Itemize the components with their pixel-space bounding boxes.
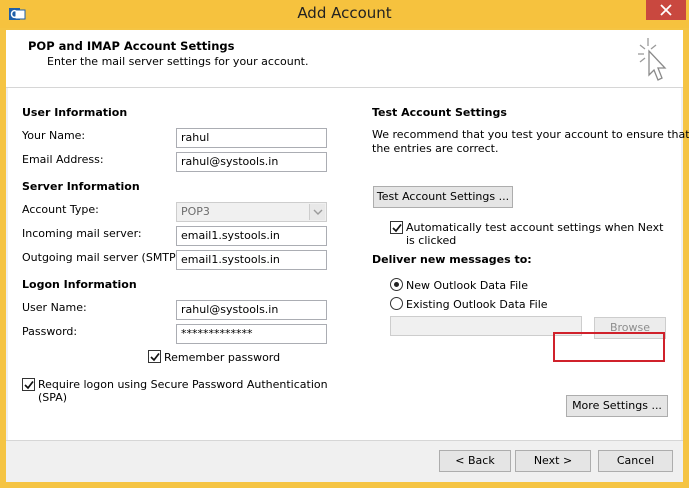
close-icon [660, 4, 672, 16]
deliver-messages-heading: Deliver new messages to: [372, 253, 532, 266]
new-data-file-label: New Outlook Data File [406, 279, 528, 292]
footer-separator [6, 440, 683, 441]
dialog-client: POP and IMAP Account Settings Enter the … [6, 30, 689, 482]
window-title: Add Account [297, 4, 392, 22]
user-name-label: User Name: [22, 301, 87, 314]
header-subtitle: Enter the mail server settings for your … [47, 55, 309, 68]
incoming-server-input[interactable]: email1.systools.in [176, 226, 327, 246]
checkmark-icon [24, 380, 34, 390]
existing-data-file-label: Existing Outlook Data File [406, 298, 548, 311]
spa-label-line2: (SPA) [38, 391, 68, 404]
email-address-input[interactable]: rahul@systools.in [176, 152, 327, 172]
checkmark-icon [150, 352, 160, 362]
test-account-settings-button[interactable]: Test Account Settings ... [373, 186, 513, 208]
password-label: Password: [22, 325, 78, 338]
checkmark-icon [392, 223, 402, 233]
radio-selected-dot [394, 282, 399, 287]
back-button[interactable]: < Back [439, 450, 511, 472]
server-info-heading: Server Information [22, 180, 140, 193]
title-bar[interactable]: Add Account [0, 0, 689, 28]
close-button[interactable] [646, 0, 686, 20]
outgoing-server-input[interactable]: email1.systools.in [176, 250, 327, 270]
chevron-down-icon [313, 209, 323, 215]
account-type-label: Account Type: [22, 203, 99, 216]
auto-test-checkbox[interactable] [390, 221, 403, 234]
user-info-heading: User Information [22, 106, 128, 119]
existing-data-file-radio[interactable] [390, 297, 403, 310]
your-name-label: Your Name: [22, 129, 86, 142]
settings-panel: User Information Your Name: rahul Email … [8, 88, 689, 440]
header-title: POP and IMAP Account Settings [28, 39, 235, 53]
your-name-input[interactable]: rahul [176, 128, 327, 148]
test-settings-heading: Test Account Settings [372, 106, 507, 119]
more-settings-button[interactable]: More Settings ... [566, 395, 668, 417]
cancel-button[interactable]: Cancel [598, 450, 673, 472]
account-type-dropdown: POP3 [176, 202, 327, 222]
email-address-label: Email Address: [22, 153, 104, 166]
password-input[interactable]: ************* [176, 324, 327, 344]
add-account-window: Add Account POP and IMAP Account Setting… [0, 0, 689, 488]
new-data-file-radio[interactable] [390, 278, 403, 291]
auto-test-label-line1: Automatically test account settings when… [406, 221, 664, 234]
user-name-input[interactable]: rahul@systools.in [176, 300, 327, 320]
incoming-server-label: Incoming mail server: [22, 227, 142, 240]
remember-password-checkbox[interactable] [148, 350, 161, 363]
cursor-sparkle-icon [638, 38, 667, 81]
spa-label-line1: Require logon using Secure Password Auth… [38, 378, 328, 391]
test-desc-line1: We recommend that you test your account … [372, 128, 689, 141]
auto-test-label-line2: is clicked [406, 234, 457, 247]
dialog-header: POP and IMAP Account Settings Enter the … [6, 30, 683, 88]
account-type-value: POP3 [181, 205, 210, 218]
remember-password-label: Remember password [164, 351, 281, 364]
next-button[interactable]: Next > [515, 450, 591, 472]
spa-checkbox[interactable] [22, 378, 35, 391]
dropdown-arrow [309, 204, 325, 220]
more-settings-highlight [553, 332, 665, 362]
logon-info-heading: Logon Information [22, 278, 137, 291]
outgoing-server-label: Outgoing mail server (SMTP): [22, 251, 184, 264]
test-desc-line2: the entries are correct. [372, 142, 499, 155]
